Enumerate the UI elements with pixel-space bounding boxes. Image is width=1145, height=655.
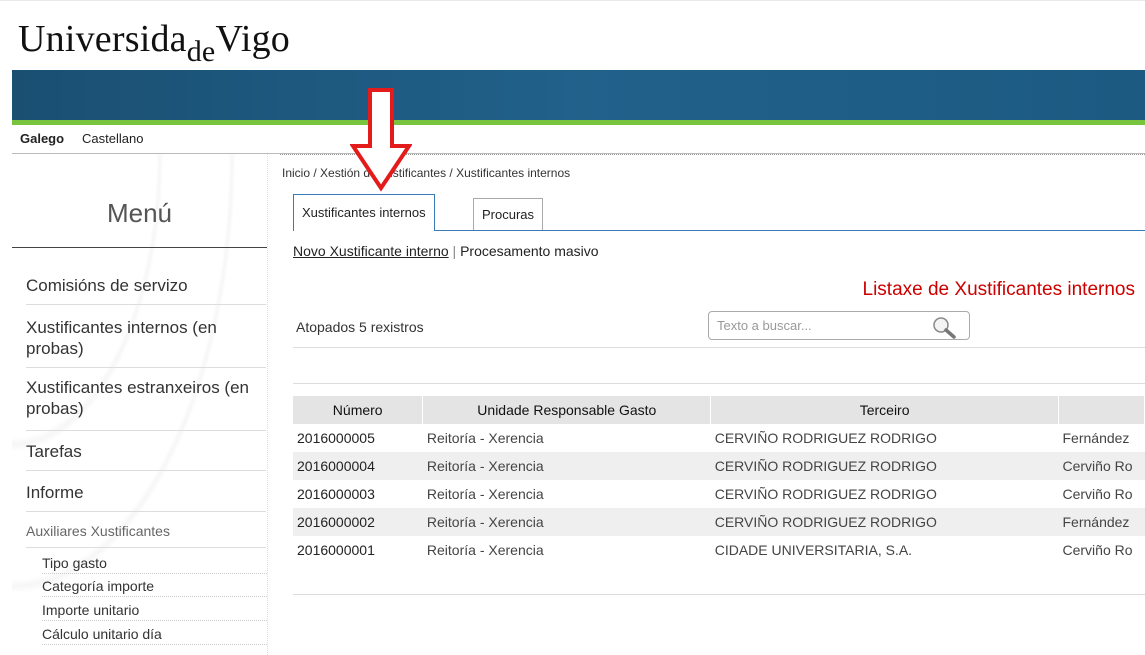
cell-terceiro: CERVIÑO RODRIGUEZ RODRIGO: [714, 430, 937, 446]
cell-unidade: Reitoría - Xerencia: [426, 542, 544, 558]
cell-terceiro: CIDADE UNIVERSITARIA, S.A.: [714, 542, 913, 558]
bulk-processing-link[interactable]: Procesamento masivo: [460, 243, 599, 259]
column-header-unidade[interactable]: Unidade Responsable Gasto: [422, 396, 712, 424]
cell-numero: 2016000001: [297, 542, 375, 558]
divider: [26, 470, 266, 471]
column-header-extra[interactable]: [1058, 396, 1145, 424]
search-icon[interactable]: [931, 315, 957, 344]
aux-heading: Auxiliares Xustificantes: [26, 523, 170, 539]
down-arrow-icon: [350, 88, 412, 192]
cell-terceiro: CERVIÑO RODRIGUEZ RODRIGO: [710, 452, 1059, 480]
sidebar-item-tarefas[interactable]: Tarefas: [26, 441, 261, 462]
sidebar-subitem-importe-unitario[interactable]: Importe unitario: [42, 602, 267, 621]
language-bar: Galego Castellano: [12, 125, 1145, 154]
cell-extra: Cerviño Ro: [1062, 486, 1133, 502]
links-separator: |: [452, 243, 457, 259]
list-title: Listaxe de Xustificantes internos: [862, 279, 1136, 300]
records-count: Atopados 5 rexistros: [296, 319, 424, 335]
new-xustificante-link[interactable]: Novo Xustificante interno: [293, 243, 449, 259]
action-links: Novo Xustificante interno | Procesamento…: [293, 243, 599, 259]
cell-extra: Fernández: [1062, 430, 1130, 446]
cell-terceiro: CERVIÑO RODRIGUEZ RODRIGO: [714, 486, 937, 502]
table-row[interactable]: 2016000003 Reitoría - Xerencia CERVIÑO R…: [293, 480, 1145, 508]
xustificantes-table: Número Unidade Responsable Gasto Terceir…: [293, 396, 1145, 564]
table-row[interactable]: 2016000005 Reitoría - Xerencia CERVIÑO R…: [293, 424, 1145, 452]
menu-divider: [12, 247, 267, 248]
cell-numero: 2016000002: [293, 508, 423, 536]
header: UniversidadeVigo: [0, 0, 1145, 71]
cell-unidade: Reitoría - Xerencia: [426, 430, 544, 446]
cell-numero: 2016000005: [297, 430, 375, 446]
header-banner: [12, 70, 1145, 120]
cell-terceiro: CERVIÑO RODRIGUEZ RODRIGO: [710, 508, 1059, 536]
sidebar-subitem-calculo-unitario-dia[interactable]: Cálculo unitario día: [42, 626, 267, 645]
divider: [293, 347, 1145, 348]
divider: [26, 367, 266, 368]
language-castellano-link[interactable]: Castellano: [82, 131, 143, 146]
table-header-row: Número Unidade Responsable Gasto Terceir…: [293, 396, 1145, 424]
table-bottom-border: [293, 594, 1145, 595]
sidebar-item-comisions[interactable]: Comisións de servizo: [26, 275, 261, 296]
menu-title: Menú: [106, 198, 173, 228]
sidebar-item-informe[interactable]: Informe: [26, 482, 261, 503]
tab-procuras[interactable]: Procuras: [473, 198, 544, 230]
divider: [26, 430, 266, 431]
sidebar-item-xustificantes-internos[interactable]: Xustificantes internos (en probas): [26, 317, 261, 359]
language-galego-link[interactable]: Galego: [20, 131, 64, 146]
column-header-numero[interactable]: Número: [293, 396, 424, 424]
sidebar: Menú Comisións de servizo Xustificantes …: [12, 154, 268, 655]
university-logo[interactable]: UniversidadeVigo: [18, 17, 290, 68]
tab-xustificantes-internos[interactable]: Xustificantes internos: [293, 194, 435, 231]
cell-unidade: Reitoría - Xerencia: [422, 452, 711, 480]
sidebar-subitem-categoria-importe[interactable]: Categoría importe: [42, 578, 267, 597]
search-box: [708, 311, 970, 340]
cell-extra: Cerviño Ro: [1058, 452, 1145, 480]
cell-numero: 2016000004: [293, 452, 423, 480]
divider: [26, 304, 266, 305]
sidebar-item-xustificantes-estranxeiros[interactable]: Xustificantes estranxeiros (en probas): [26, 377, 261, 419]
table-row[interactable]: 2016000002 Reitoría - Xerencia CERVIÑO R…: [293, 508, 1145, 536]
cell-extra: Cerviño Ro: [1062, 542, 1133, 558]
cell-extra: Fernández: [1058, 508, 1145, 536]
divider: [293, 383, 1145, 384]
column-header-terceiro[interactable]: Terceiro: [710, 396, 1059, 424]
cell-unidade: Reitoría - Xerencia: [426, 486, 544, 502]
divider: [26, 511, 266, 512]
divider: [26, 547, 266, 548]
sidebar-subitem-tipo-gasto[interactable]: Tipo gasto: [42, 555, 267, 574]
cell-unidade: Reitoría - Xerencia: [422, 508, 711, 536]
search-input[interactable]: [715, 317, 919, 334]
table-row[interactable]: 2016000004 Reitoría - Xerencia CERVIÑO R…: [293, 452, 1145, 480]
table-row[interactable]: 2016000001 Reitoría - Xerencia CIDADE UN…: [293, 536, 1145, 564]
tab-bar: Xustificantes internos Procuras: [293, 194, 1145, 231]
cell-numero: 2016000003: [297, 486, 375, 502]
